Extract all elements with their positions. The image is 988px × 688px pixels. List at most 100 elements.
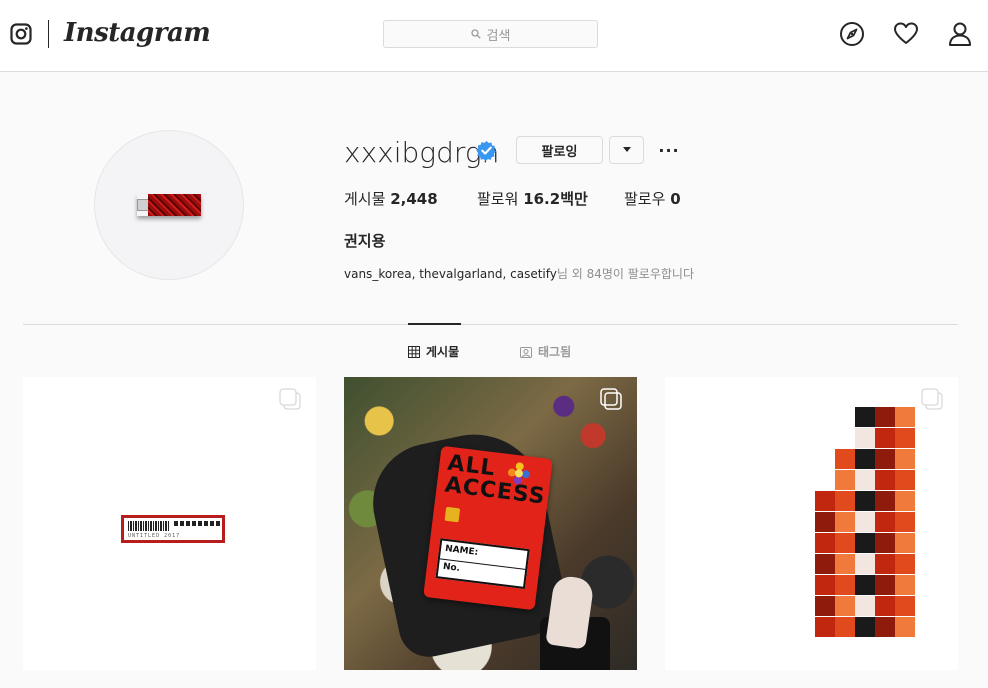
stat-posts-value: 2,448 [390,190,438,208]
mosaic-tile [835,449,855,469]
logo-divider [48,20,49,48]
mosaic-tile [835,596,855,616]
profile-icon[interactable] [947,21,973,47]
grid-icon [408,345,420,358]
mosaic-tile [875,449,895,469]
instagram-wordmark[interactable]: Instagram [64,18,211,48]
verified-badge-icon [476,140,497,161]
mosaic-tile [875,470,895,490]
multiple-images-icon [600,388,622,410]
mosaic-tile [815,554,835,574]
mosaic-tile [835,533,855,553]
mosaic-tile [855,407,875,427]
heart-icon[interactable] [893,21,919,47]
stat-posts: 게시물 2,448 [344,188,438,209]
mosaic-tile [875,533,895,553]
stat-posts-label: 게시물 [344,190,386,208]
mosaic-tile [855,449,875,469]
mosaic-tile [895,533,915,553]
mosaic-tile [835,575,855,595]
mosaic-tile [835,491,855,511]
suggestions-dropdown-button[interactable] [609,136,644,164]
mosaic-tile [875,575,895,595]
mosaic-tile [855,428,875,448]
mosaic-tile [875,596,895,616]
pass-name-box: NAME: No. [435,538,530,589]
tab-posts-label: 게시물 [426,345,460,359]
stat-following-value: 0 [670,190,681,208]
stat-followers-value: 16.2백만 [523,190,588,208]
pass-title: ALL ACCESS [443,450,547,510]
mosaic-tile [895,554,915,574]
tab-tagged-label: 태그됨 [538,345,572,359]
profile-avatar[interactable] [94,130,244,280]
mosaic-tile [815,617,835,637]
mosaic-tile [895,617,915,637]
mosaic-tile [855,575,875,595]
top-nav: Instagram 검색 [0,0,988,72]
search-icon [470,29,481,39]
mosaic-tile [875,491,895,511]
mosaic-tile [855,554,875,574]
mosaic-tile [835,512,855,532]
mosaic-tile [895,491,915,511]
mosaic-tile [815,533,835,553]
mosaic-tile [895,512,915,532]
red-pixel-mosaic [815,407,915,639]
followed-by-names: vans_korea, thevalgarland, casetify [344,267,557,281]
caret-down-icon [622,147,631,152]
stat-following[interactable]: 팔로우 0 [624,188,681,209]
mosaic-tile [895,428,915,448]
mosaic-tile [855,533,875,553]
tab-tagged[interactable]: 태그됨 [520,343,571,360]
barcode-image: UNTITLED 2017 [121,515,225,543]
mosaic-tile [855,596,875,616]
tagged-person-icon [520,346,532,358]
mosaic-tile [815,596,835,616]
mosaic-tile [895,449,915,469]
search-input[interactable]: 검색 [383,20,598,48]
mosaic-tile [875,512,895,532]
post-thumbnail[interactable]: ALL ACCESS NAME: No. [344,377,637,670]
mosaic-tile [855,617,875,637]
mosaic-tile [875,554,895,574]
mosaic-tile [815,575,835,595]
mosaic-tile [895,575,915,595]
post-thumbnail[interactable]: UNTITLED 2017 [23,377,316,670]
instagram-glyph-icon[interactable] [10,23,32,45]
mosaic-tile [835,617,855,637]
active-tab-indicator [408,323,461,325]
mosaic-tile [855,512,875,532]
mosaic-tile [835,470,855,490]
mosaic-tile [875,428,895,448]
mosaic-tile [855,491,875,511]
mosaic-tile [815,491,835,511]
tab-posts[interactable]: 게시물 [408,343,459,360]
mosaic-tile [875,407,895,427]
followed-by-line[interactable]: vans_korea, thevalgarland, casetify님 외 8… [344,265,694,282]
mosaic-tile [855,470,875,490]
search-placeholder: 검색 [486,28,511,44]
all-access-pass-image: ALL ACCESS NAME: No. [423,445,553,611]
multiple-images-icon [279,388,301,410]
stat-followers-label: 팔로워 [477,190,519,208]
mosaic-tile [875,617,895,637]
mosaic-tile [895,407,915,427]
profile-full-name: 권지용 [344,232,386,250]
more-options-button[interactable]: ··· [656,138,682,162]
followed-by-suffix: 님 외 84명이 팔로우합니다 [556,267,695,281]
multiple-images-icon [921,388,943,410]
mosaic-tile [895,470,915,490]
post-thumbnail[interactable] [665,377,958,670]
stat-following-label: 팔로우 [624,190,666,208]
stat-followers[interactable]: 팔로워 16.2백만 [477,188,588,209]
mosaic-tile [895,596,915,616]
mosaic-tile [815,512,835,532]
mosaic-tile [835,554,855,574]
barcode-caption: UNTITLED 2017 [128,533,181,539]
compass-icon[interactable] [839,21,865,47]
tabs-divider [23,324,958,325]
usb-drive-image [137,194,201,216]
flower-sticker-icon [507,462,530,485]
following-button[interactable]: 팔로잉 [516,136,603,164]
